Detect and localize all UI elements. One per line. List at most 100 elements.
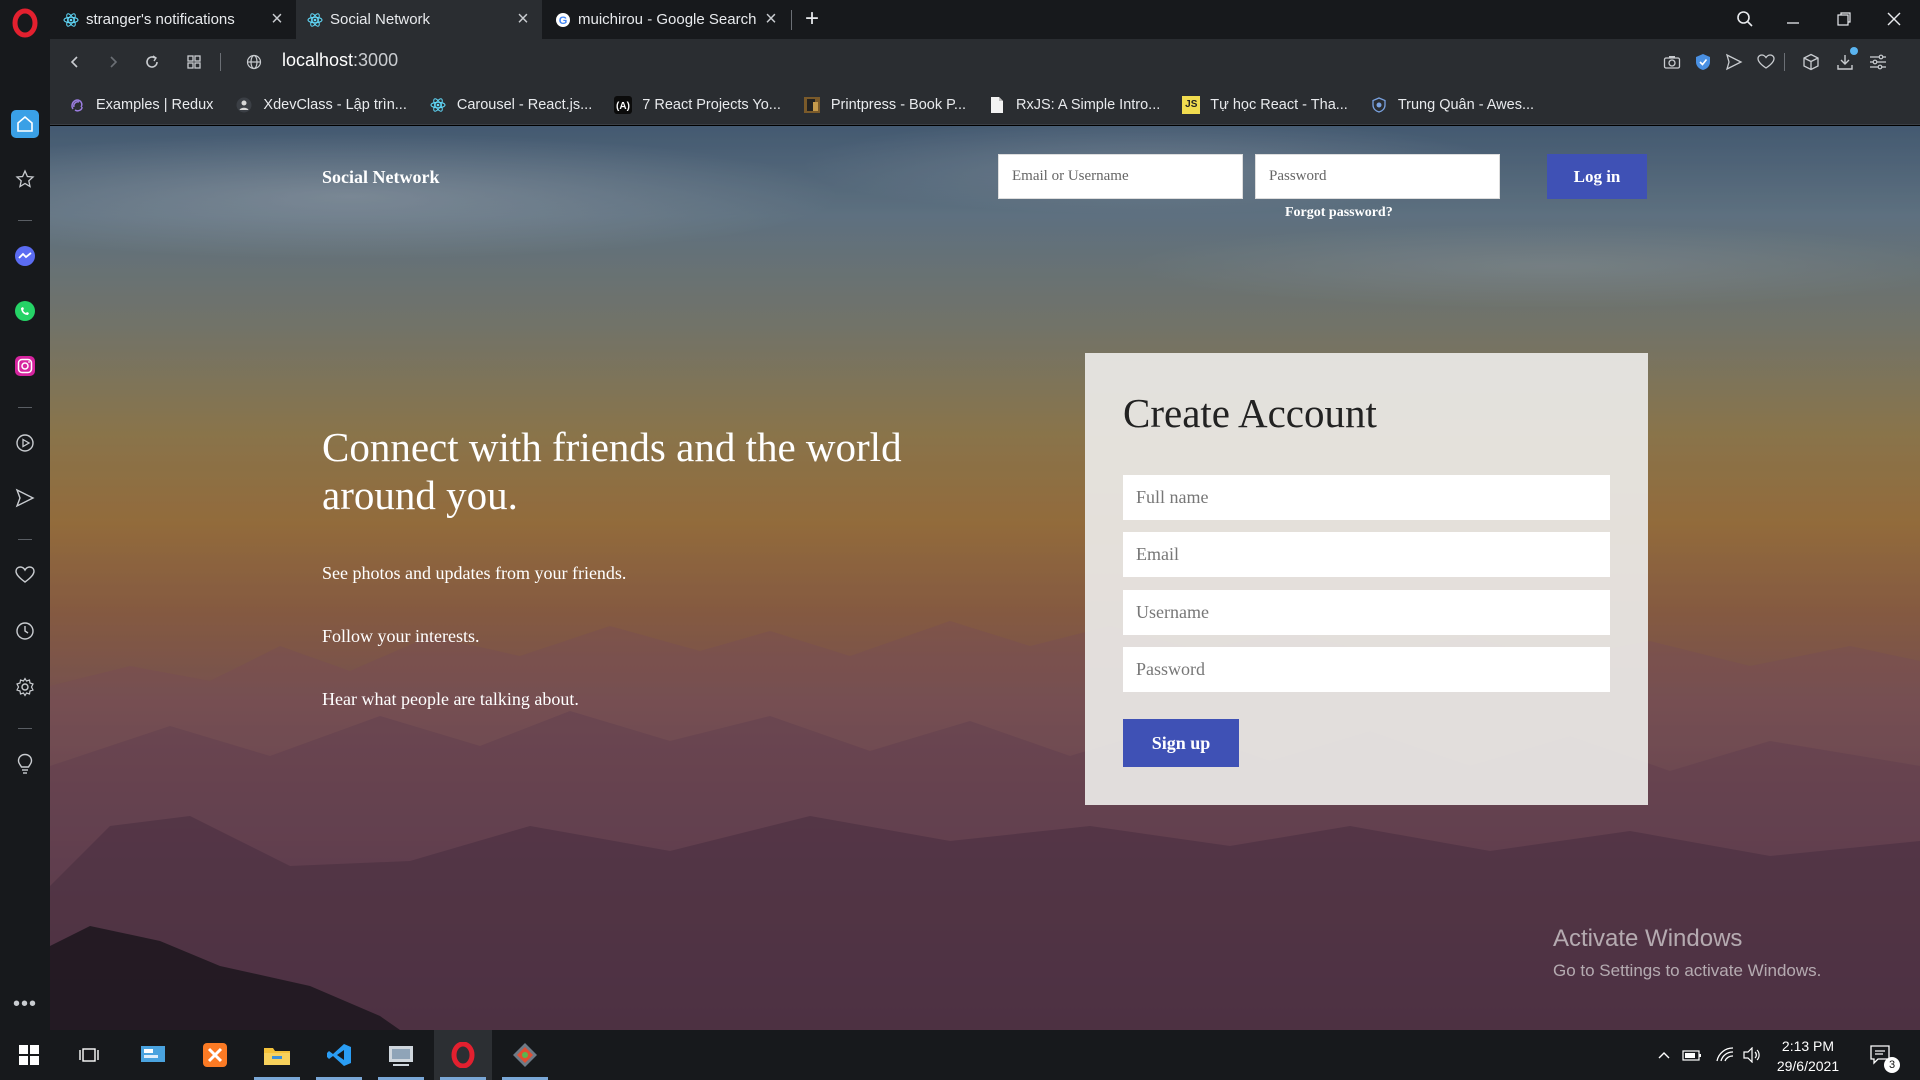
url-field[interactable]: localhost:3000 <box>282 50 398 71</box>
globe-icon[interactable] <box>241 49 267 75</box>
login-button[interactable]: Log in <box>1547 154 1647 199</box>
easy-setup-icon[interactable] <box>1867 51 1889 73</box>
bookmark-redux[interactable]: Examples | Redux <box>68 96 213 114</box>
opera-sidebar: ••• <box>0 39 50 1030</box>
lightbulb-icon[interactable] <box>11 750 39 778</box>
feature-text: Follow your interests. <box>322 626 480 646</box>
extensions-cube-icon[interactable] <box>1800 51 1822 73</box>
full-name-input[interactable]: Full name <box>1123 475 1610 520</box>
action-center-icon[interactable]: 3 <box>1868 1042 1900 1073</box>
sign-up-button[interactable]: Sign up <box>1123 719 1239 767</box>
system-clock[interactable]: 2:13 PM 29/6/2021 <box>1768 1036 1848 1076</box>
download-icon[interactable] <box>1834 47 1858 73</box>
tab-title: muichirou - Google Search <box>578 11 757 28</box>
close-tab-icon[interactable]: × <box>762 9 780 29</box>
volume-icon[interactable] <box>1742 1045 1762 1065</box>
bookmark-xdevclass[interactable]: XdevClass - Lập trìn... <box>235 96 407 114</box>
tab-title: Social Network <box>330 11 431 28</box>
username-input[interactable]: Username <box>1123 590 1610 635</box>
send-icon[interactable] <box>1723 51 1745 73</box>
shield-icon <box>1370 96 1388 114</box>
svg-text:G: G <box>559 15 568 27</box>
search-tabs-icon[interactable] <box>1725 4 1765 34</box>
player-icon[interactable] <box>11 429 39 457</box>
js-icon: JS <box>1182 95 1201 114</box>
reload-icon[interactable] <box>139 49 165 75</box>
forgot-password-link[interactable]: Forgot password? <box>1285 205 1393 221</box>
address-separator <box>220 53 221 71</box>
hero-headline: Connect with friends and the world aroun… <box>322 424 902 518</box>
more-dots-icon[interactable]: ••• <box>11 990 39 1018</box>
toolbar-separator <box>1784 53 1785 71</box>
history-clock-icon[interactable] <box>11 617 39 645</box>
page-icon <box>988 96 1006 114</box>
restore-icon[interactable] <box>1824 4 1864 34</box>
opera-logo-icon[interactable] <box>10 8 40 38</box>
heart-icon[interactable] <box>1755 51 1777 73</box>
vpn-shield-icon[interactable] <box>1692 51 1714 73</box>
tab-social-network[interactable]: Social Network × <box>296 0 542 39</box>
xampp-icon[interactable] <box>186 1030 244 1080</box>
bookmarks-heart-icon[interactable] <box>11 561 39 589</box>
tab-google-search[interactable]: G muichirou - Google Search × <box>544 0 790 39</box>
close-tab-icon[interactable]: × <box>268 9 286 29</box>
bookmark-tu-hoc-react[interactable]: JS Tự học React - Tha... <box>1182 95 1348 114</box>
battery-icon[interactable] <box>1682 1045 1702 1065</box>
flow-send-icon[interactable] <box>11 484 39 512</box>
sidebar-separator <box>18 539 32 540</box>
login-password-input[interactable]: Password <box>1255 154 1500 199</box>
download-indicator-dot <box>1850 47 1858 55</box>
home-icon[interactable] <box>11 110 39 138</box>
password-input[interactable]: Password <box>1123 647 1610 692</box>
close-tab-icon[interactable]: × <box>514 9 532 29</box>
bookmark-rxjs[interactable]: RxJS: A Simple Intro... <box>988 96 1160 114</box>
address-bar: localhost:3000 <box>50 39 1920 85</box>
camera-icon[interactable] <box>1661 51 1683 73</box>
minimize-icon[interactable] <box>1773 4 1813 34</box>
bookmark-carousel[interactable]: Carousel - React.js... <box>429 96 592 114</box>
feature-text: Hear what people are talking about. <box>322 689 579 709</box>
whatsapp-icon[interactable] <box>11 297 39 325</box>
control-panel-icon[interactable] <box>124 1030 182 1080</box>
bookmark-trung-quan[interactable]: Trung Quân - Awes... <box>1370 96 1534 114</box>
bookmark-label: Examples | Redux <box>96 96 214 113</box>
watermark-subtitle: Go to Settings to activate Windows. <box>1553 961 1822 980</box>
instagram-icon[interactable] <box>11 352 39 380</box>
snipping-tool-icon[interactable] <box>372 1030 430 1080</box>
vscode-icon[interactable] <box>310 1030 368 1080</box>
sidebar-separator <box>18 220 32 221</box>
tab-notifications[interactable]: stranger's notifications × <box>52 0 296 39</box>
wifi-icon[interactable] <box>1715 1045 1735 1065</box>
bookmark-label: Trung Quân - Awes... <box>1397 96 1535 113</box>
notification-count-badge: 3 <box>1884 1057 1900 1073</box>
bookmark-label: Tự học React - Tha... <box>1210 96 1348 113</box>
git-gui-icon[interactable] <box>496 1030 554 1080</box>
tab-grid-icon[interactable] <box>181 49 207 75</box>
google-icon: G <box>554 11 572 29</box>
new-tab-plus-icon[interactable]: + <box>800 6 824 32</box>
opera-taskbar-icon[interactable] <box>434 1030 492 1080</box>
url-host: localhost <box>282 50 354 70</box>
create-account-title: Create Account <box>1123 390 1377 436</box>
bookmarks-bar: Examples | Redux XdevClass - Lập trìn...… <box>50 85 1920 125</box>
login-email-input[interactable]: Email or Username <box>998 154 1243 199</box>
book-icon <box>803 96 821 114</box>
brand-title[interactable]: Social Network <box>322 167 439 188</box>
speed-dial-star-icon[interactable] <box>11 165 39 193</box>
create-account-card: Create Account Full name Email Username … <box>1085 353 1648 805</box>
watermark-title: Activate Windows <box>1553 925 1743 952</box>
settings-gear-icon[interactable] <box>11 673 39 701</box>
email-input[interactable]: Email <box>1123 532 1610 577</box>
bookmark-react-projects[interactable]: (A) 7 React Projects Yo... <box>614 95 781 114</box>
task-view-icon[interactable] <box>60 1030 118 1080</box>
close-window-icon[interactable] <box>1874 4 1914 34</box>
bookmark-printpress[interactable]: Printpress - Book P... <box>803 96 966 114</box>
url-port: :3000 <box>353 50 399 70</box>
messenger-icon[interactable] <box>11 242 39 270</box>
file-explorer-icon[interactable] <box>248 1030 306 1080</box>
windows-start-icon[interactable] <box>0 1030 58 1080</box>
forward-icon[interactable] <box>100 49 126 75</box>
back-icon[interactable] <box>62 49 88 75</box>
show-hidden-icons-chevron-icon[interactable] <box>1654 1045 1674 1065</box>
bookmark-label: Printpress - Book P... <box>830 96 967 113</box>
